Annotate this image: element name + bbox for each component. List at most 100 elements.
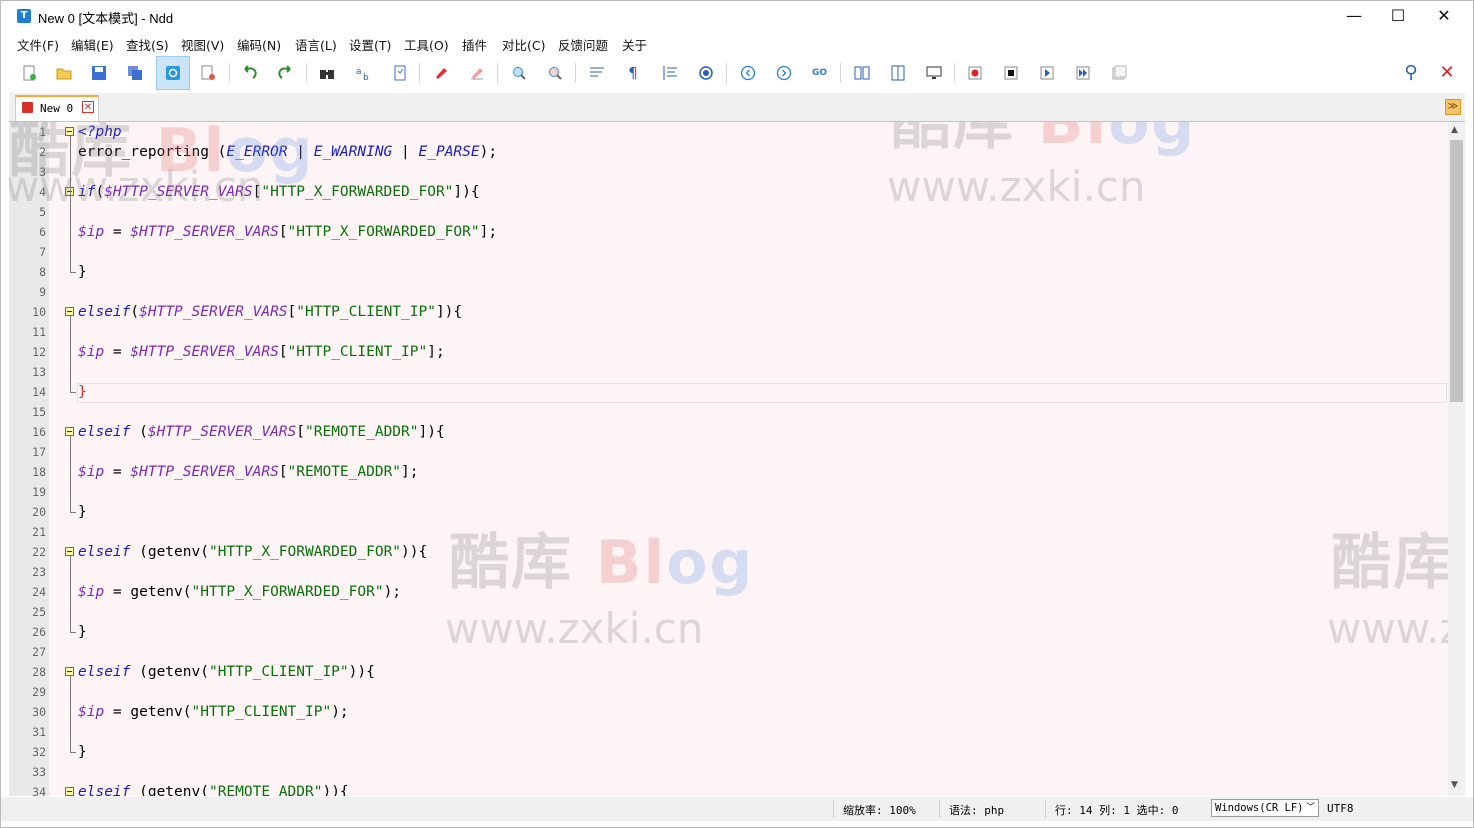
line-number: 29 — [32, 685, 46, 699]
code-line[interactable]: error_reporting (E_ERROR | E_WARNING | E… — [78, 142, 497, 162]
scroll-thumb[interactable] — [1450, 140, 1463, 402]
monitor-icon[interactable] — [922, 61, 946, 85]
code-token: $HTTP_SERVER_VARS — [130, 464, 279, 480]
code-token: elseif — [78, 784, 131, 796]
code-line[interactable]: elseif (getenv("REMOTE_ADDR")){ — [78, 782, 349, 796]
fold-end-marker — [70, 272, 76, 273]
menu-settings[interactable]: 设置(T) — [349, 35, 391, 54]
record-macro-icon[interactable] — [963, 61, 987, 85]
find-icon[interactable] — [315, 61, 339, 85]
fold-toggle-icon[interactable] — [65, 547, 74, 556]
indent-guide-icon[interactable] — [658, 61, 682, 85]
eol-select[interactable]: Windows(CR LF) ﹀ — [1211, 799, 1319, 817]
mark-icon[interactable] — [429, 61, 453, 85]
stop-macro-icon[interactable] — [999, 61, 1023, 85]
menu-file[interactable]: 文件(F) — [17, 35, 59, 54]
code-line[interactable]: elseif (getenv("HTTP_X_FORWARDED_FOR")){ — [78, 542, 427, 562]
window-title: New 0 [文本模式] - Ndd — [38, 11, 174, 26]
code-line[interactable]: if($HTTP_SERVER_VARS["HTTP_X_FORWARDED_F… — [78, 182, 480, 202]
code-editor[interactable]: 1 <?php 2 error_reporting (E_ERROR | E_WARN… — [9, 121, 1465, 796]
fold-toggle-icon[interactable] — [65, 667, 74, 676]
code-token: E_PARSE — [418, 144, 480, 160]
code-line[interactable]: elseif (getenv("HTTP_CLIENT_IP")){ — [78, 662, 375, 682]
text-mode-icon[interactable] — [156, 56, 190, 90]
bookmark-icon[interactable] — [388, 61, 412, 85]
code-line[interactable]: $ip = $HTTP_SERVER_VARS["HTTP_CLIENT_IP"… — [78, 342, 445, 362]
vertical-scrollbar[interactable]: ▲ ▼ — [1448, 122, 1465, 796]
show-symbols-icon[interactable]: ¶ — [621, 61, 645, 85]
menu-tools[interactable]: 工具(O) — [404, 35, 449, 54]
pin-icon[interactable]: ⚲ — [1399, 61, 1423, 85]
close-button[interactable]: ✕ — [1421, 1, 1467, 31]
save-icon[interactable] — [87, 61, 111, 85]
fold-toggle-icon[interactable] — [65, 127, 74, 136]
code-line[interactable]: } — [78, 622, 87, 642]
prev-icon[interactable] — [736, 61, 760, 85]
line-number: 21 — [32, 525, 46, 539]
minimize-button[interactable]: — — [1331, 1, 1377, 31]
tab-list-icon[interactable]: ≫ — [1445, 99, 1461, 115]
compare-file-icon[interactable] — [850, 61, 874, 85]
menu-compare[interactable]: 对比(C) — [502, 35, 545, 54]
app-window: T New 0 [文本模式] - Ndd — ☐ ✕ 文件(F) 编辑(E) 查… — [0, 0, 1474, 828]
code-line[interactable]: $ip = $HTTP_SERVER_VARS["HTTP_X_FORWARDE… — [78, 222, 497, 242]
menu-encoding[interactable]: 编码(N) — [237, 35, 281, 54]
new-file-icon[interactable] — [17, 61, 41, 85]
menu-about[interactable]: 关于 — [622, 35, 647, 54]
scroll-up-icon[interactable]: ▲ — [1451, 125, 1458, 135]
next-icon[interactable] — [772, 61, 796, 85]
target-icon[interactable] — [694, 61, 718, 85]
fold-guide — [70, 676, 71, 752]
open-file-icon[interactable] — [52, 61, 76, 85]
line-number: 33 — [32, 765, 46, 779]
save-macro-icon[interactable] — [1107, 61, 1131, 85]
zoom-in-icon[interactable] — [507, 61, 531, 85]
scroll-down-icon[interactable]: ▼ — [1451, 780, 1458, 790]
code-line[interactable]: } — [78, 382, 87, 402]
code-line[interactable]: elseif ($HTTP_SERVER_VARS["REMOTE_ADDR"]… — [78, 422, 445, 442]
code-line[interactable]: <?php — [78, 122, 122, 142]
fold-margin[interactable] — [49, 122, 77, 796]
code-line[interactable]: } — [78, 262, 87, 282]
fold-guide — [70, 316, 71, 392]
code-line[interactable]: $ip = getenv("HTTP_CLIENT_IP"); — [78, 702, 349, 722]
menu-language[interactable]: 语言(L) — [295, 35, 337, 54]
save-all-icon[interactable] — [123, 61, 147, 85]
zoom-out-icon[interactable] — [543, 61, 567, 85]
tab-close-icon[interactable]: ✕ — [82, 101, 94, 113]
close-tab-toolbar-icon[interactable]: ✕ — [1435, 61, 1459, 85]
menu-view[interactable]: 视图(V) — [181, 35, 224, 54]
code-line[interactable]: $ip = getenv("HTTP_X_FORWARDED_FOR"); — [78, 582, 401, 602]
code-line[interactable]: } — [78, 742, 87, 762]
undo-icon[interactable] — [237, 61, 261, 85]
code-line[interactable]: elseif($HTTP_SERVER_VARS["HTTP_CLIENT_IP… — [78, 302, 462, 322]
clear-mark-icon[interactable] — [465, 61, 489, 85]
tab-new-0[interactable]: New 0 ✕ — [15, 95, 99, 121]
code-token: "HTTP_CLIENT_IP" — [191, 704, 332, 720]
menu-find[interactable]: 查找(S) — [126, 35, 169, 54]
goto-icon[interactable]: GO — [808, 61, 832, 85]
reload-icon[interactable] — [196, 61, 220, 85]
menu-plugins[interactable]: 插件 — [462, 35, 487, 54]
code-token: ]; — [401, 464, 419, 480]
code-line[interactable]: $ip = $HTTP_SERVER_VARS["REMOTE_ADDR"]; — [78, 462, 419, 482]
menu-edit[interactable]: 编辑(E) — [71, 35, 114, 54]
redo-icon[interactable] — [274, 61, 298, 85]
run-multiple-icon[interactable] — [1071, 61, 1095, 85]
fold-toggle-icon[interactable] — [65, 787, 74, 796]
word-wrap-icon[interactable] — [585, 61, 609, 85]
maximize-button[interactable]: ☐ — [1375, 1, 1421, 31]
line-number: 20 — [32, 505, 46, 519]
play-macro-icon[interactable] — [1035, 61, 1059, 85]
code-line[interactable]: } — [78, 502, 87, 522]
fold-toggle-icon[interactable] — [65, 307, 74, 316]
menu-feedback[interactable]: 反馈问题 — [558, 35, 608, 54]
replace-icon[interactable]: ab — [352, 61, 376, 85]
code-token: $ip — [78, 584, 105, 600]
compare-dir-icon[interactable] — [886, 61, 910, 85]
code-token: $ip — [78, 464, 105, 480]
fold-toggle-icon[interactable] — [65, 427, 74, 436]
code-token: $HTTP_SERVER_VARS — [130, 224, 279, 240]
code-token: $HTTP_SERVER_VARS — [147, 424, 297, 440]
zoom-status: 缩放率: 100% — [843, 804, 916, 817]
